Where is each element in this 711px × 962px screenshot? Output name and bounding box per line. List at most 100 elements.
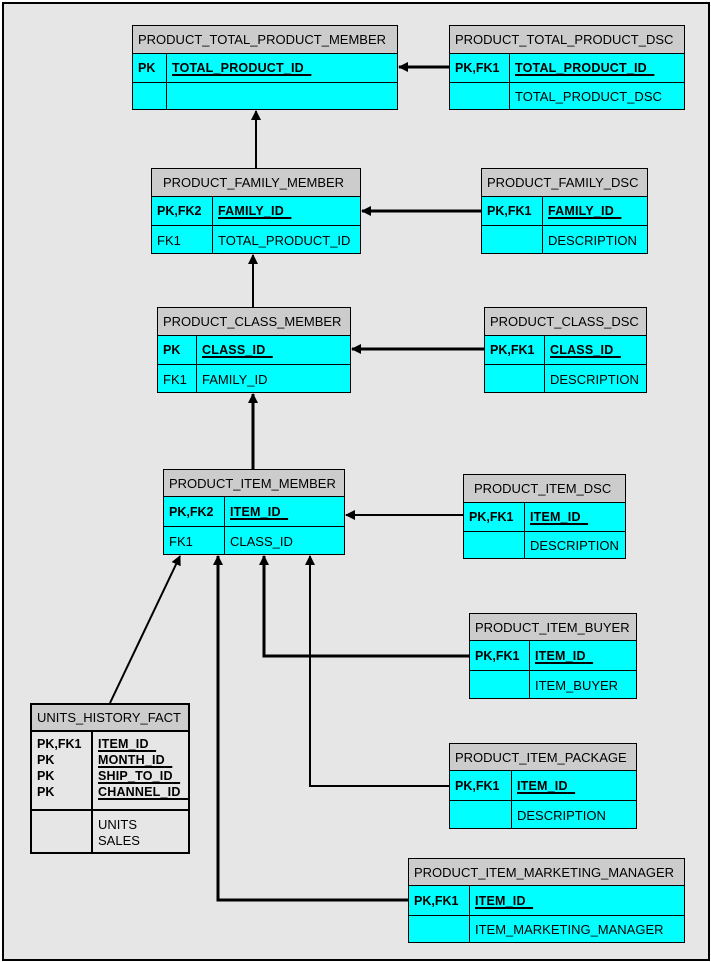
attr-column: ITEM_MARKETING_MANAGER: [475, 922, 664, 937]
attr-row: TOTAL_PRODUCT_DSC: [450, 83, 684, 110]
table-units-history-fact[interactable]: UNITS_HISTORY_FACT PK,FK1 PK PK PK ITEM_…: [30, 703, 190, 854]
key-label: PK: [158, 336, 197, 364]
key-row: PK CLASS_ID: [158, 336, 350, 365]
key-label: PK: [37, 785, 55, 799]
key-label: PK,FK1: [470, 641, 530, 670]
table-product-class-dsc[interactable]: PRODUCT_CLASS_DSC PK,FK1 CLASS_ID DESCRI…: [484, 307, 647, 393]
pk-column: CHANNEL_ID: [98, 785, 181, 799]
key-label: PK: [133, 54, 167, 82]
pk-column: ITEM_ID: [475, 893, 526, 908]
key-label: PK,FK1: [464, 503, 525, 531]
key-label: [485, 365, 545, 393]
table-header: UNITS_HISTORY_FACT: [32, 705, 188, 732]
table-header: PRODUCT_FAMILY_DSC: [482, 169, 647, 197]
attr-row: DESCRIPTION: [464, 532, 625, 559]
table-header: PRODUCT_ITEM_MARKETING_MANAGER: [409, 859, 684, 886]
table-header: PRODUCT_ITEM_MEMBER: [164, 470, 344, 497]
attr-row: DESCRIPTION: [482, 226, 647, 254]
pk-column: MONTH_ID: [98, 753, 165, 767]
key-label: PK: [37, 769, 55, 783]
key-label: FK1: [158, 365, 197, 393]
attr-column: DESCRIPTION: [548, 232, 637, 248]
key-label: PK,FK1: [485, 336, 545, 364]
key-label: PK,FK2: [152, 197, 213, 225]
key-row: PK,FK2 ITEM_ID: [164, 497, 344, 527]
attr-column: [167, 83, 397, 110]
key-label: [409, 916, 470, 943]
key-row: PK,FK1 ITEM_ID: [409, 886, 684, 916]
attr-columns: UNITS SALES: [93, 811, 188, 852]
key-rows: PK,FK1 PK PK PK ITEM_ID MONTH_ID SHIP_TO…: [32, 732, 188, 811]
attr-column: TOTAL_PRODUCT_DSC: [515, 89, 662, 104]
attr-column: UNITS: [98, 817, 137, 832]
key-row: PK,FK2 FAMILY_ID: [152, 197, 360, 226]
table-header: PRODUCT_CLASS_MEMBER: [158, 308, 350, 336]
key-row: PK,FK1 CLASS_ID: [485, 336, 646, 365]
attr-column: DESCRIPTION: [517, 807, 606, 823]
pk-column: FAMILY_ID: [218, 204, 284, 218]
key-label: PK,FK2: [164, 497, 225, 526]
attr-row: ITEM_MARKETING_MANAGER: [409, 916, 684, 943]
table-product-item-member[interactable]: PRODUCT_ITEM_MEMBER PK,FK2 ITEM_ID FK1 C…: [163, 469, 345, 555]
table-product-family-dsc[interactable]: PRODUCT_FAMILY_DSC PK,FK1 FAMILY_ID DESC…: [481, 168, 648, 254]
table-header: PRODUCT_CLASS_DSC: [485, 308, 646, 336]
key-label: PK,FK1: [409, 886, 470, 915]
table-product-item-marketing-manager[interactable]: PRODUCT_ITEM_MARKETING_MANAGER PK,FK1 IT…: [408, 858, 685, 943]
attr-column: DESCRIPTION: [550, 371, 639, 387]
attr-row: DESCRIPTION: [450, 801, 636, 829]
attr-row: FK1 CLASS_ID: [164, 527, 344, 555]
attr-column: ITEM_BUYER: [535, 677, 619, 693]
attr-row: DESCRIPTION: [485, 365, 646, 393]
table-product-item-dsc[interactable]: PRODUCT_ITEM_DSC PK,FK1 ITEM_ID DESCRIPT…: [463, 474, 626, 559]
key-label: [464, 532, 525, 559]
key-label: [133, 83, 167, 110]
pk-column: ITEM_ID: [530, 510, 581, 524]
attr-row: FK1 TOTAL_PRODUCT_ID: [152, 226, 360, 254]
key-label: [470, 671, 530, 699]
key-row: PK,FK1 ITEM_ID: [450, 771, 636, 801]
attr-row: ITEM_BUYER: [470, 671, 636, 699]
key-row: PK,FK1 ITEM_ID: [464, 503, 625, 532]
key-labels: [32, 811, 93, 852]
key-row: PK,FK1 ITEM_ID: [470, 641, 636, 671]
key-label: FK1: [164, 527, 225, 555]
pk-columns: ITEM_ID MONTH_ID SHIP_TO_ID CHANNEL_ID: [93, 732, 188, 809]
table-header: PRODUCT_TOTAL_PRODUCT_DSC: [450, 26, 684, 54]
table-header: PRODUCT_TOTAL_PRODUCT_MEMBER: [133, 26, 397, 54]
pk-column: ITEM_ID: [535, 648, 586, 663]
key-label: PK,FK1: [37, 737, 82, 751]
key-row: PK TOTAL_PRODUCT_ID: [133, 54, 397, 83]
key-label: PK,FK1: [450, 54, 510, 82]
attr-column: CLASS_ID: [230, 533, 293, 549]
pk-column: CLASS_ID: [550, 343, 614, 357]
pk-column: ITEM_ID: [230, 504, 281, 519]
table-product-item-package[interactable]: PRODUCT_ITEM_PACKAGE PK,FK1 ITEM_ID DESC…: [449, 743, 637, 829]
key-label: [450, 83, 510, 110]
attr-column: DESCRIPTION: [530, 538, 619, 553]
table-product-total-product-dsc[interactable]: PRODUCT_TOTAL_PRODUCT_DSC PK,FK1 TOTAL_P…: [449, 25, 685, 110]
attr-column: TOTAL_PRODUCT_ID: [218, 232, 351, 248]
table-header: PRODUCT_FAMILY_MEMBER: [152, 169, 360, 197]
pk-column: CLASS_ID: [202, 343, 266, 357]
key-row: PK,FK1 TOTAL_PRODUCT_ID: [450, 54, 684, 83]
table-header: PRODUCT_ITEM_PACKAGE: [450, 744, 636, 771]
attr-rows: UNITS SALES: [32, 811, 188, 852]
pk-column: SHIP_TO_ID: [98, 769, 173, 783]
key-labels: PK,FK1 PK PK PK: [32, 732, 93, 809]
pk-column: ITEM_ID: [517, 778, 568, 793]
key-label: PK,FK1: [482, 197, 543, 225]
pk-column: TOTAL_PRODUCT_ID: [172, 61, 304, 75]
attr-row: FK1 FAMILY_ID: [158, 365, 350, 393]
attr-column: SALES: [98, 833, 140, 848]
table-product-total-product-member[interactable]: PRODUCT_TOTAL_PRODUCT_MEMBER PK TOTAL_PR…: [132, 25, 398, 110]
table-product-family-member[interactable]: PRODUCT_FAMILY_MEMBER PK,FK2 FAMILY_ID F…: [151, 168, 361, 254]
pk-column: TOTAL_PRODUCT_ID: [515, 61, 647, 75]
table-product-item-buyer[interactable]: PRODUCT_ITEM_BUYER PK,FK1 ITEM_ID ITEM_B…: [469, 613, 637, 699]
key-label: [482, 226, 543, 254]
table-product-class-member[interactable]: PRODUCT_CLASS_MEMBER PK CLASS_ID FK1 FAM…: [157, 307, 351, 393]
key-row: PK,FK1 FAMILY_ID: [482, 197, 647, 226]
table-header: PRODUCT_ITEM_BUYER: [470, 614, 636, 641]
table-header: PRODUCT_ITEM_DSC: [464, 475, 625, 503]
key-label: PK: [37, 753, 55, 767]
key-label: [450, 801, 512, 829]
